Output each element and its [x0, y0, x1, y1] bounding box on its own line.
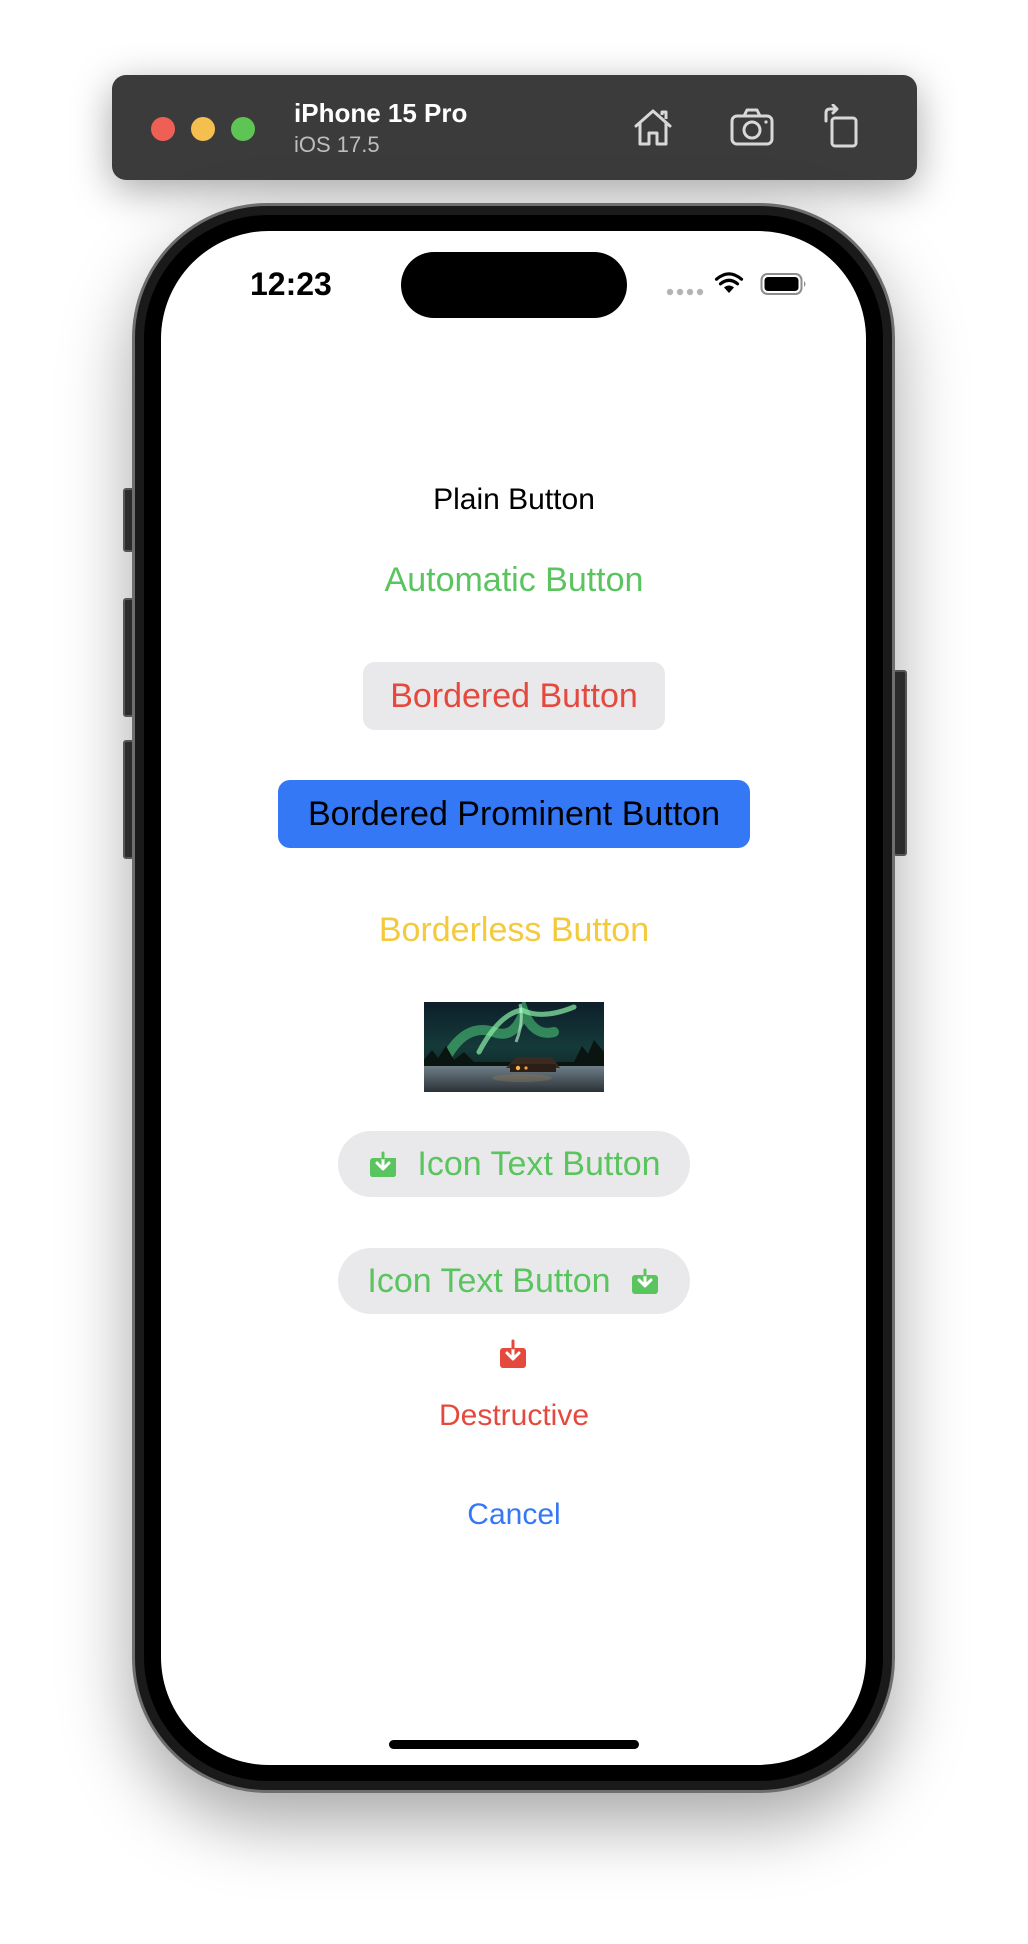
- signal-icon: [666, 288, 704, 296]
- borderless-button[interactable]: Borderless Button: [0, 908, 1028, 952]
- rotate-icon[interactable]: [820, 104, 868, 150]
- automatic-button[interactable]: Automatic Button: [0, 558, 1028, 602]
- download-icon: [500, 1339, 526, 1368]
- minimize-window-button[interactable]: [191, 117, 215, 141]
- home-icon[interactable]: [629, 104, 677, 150]
- bordered-prominent-button[interactable]: Bordered Prominent Button: [278, 780, 750, 848]
- download-icon: [370, 1151, 397, 1177]
- plain-button[interactable]: Plain Button: [0, 478, 1028, 522]
- cancel-button-label: Cancel: [467, 1498, 561, 1531]
- plain-button-label: Plain Button: [433, 483, 595, 516]
- automatic-button-label: Automatic Button: [384, 560, 644, 599]
- destructive-button-label: Destructive: [438, 1399, 590, 1432]
- icon-text-button-label: Icon Text Button: [417, 1144, 661, 1183]
- dynamic-island: [401, 252, 627, 318]
- close-window-button[interactable]: [151, 117, 175, 141]
- zoom-window-button[interactable]: [231, 117, 255, 141]
- simulator-stage: iPhone 15 Pro iOS 17.5 12:23 Plain Butto…: [0, 0, 1028, 1944]
- aurora-photo: [424, 1002, 604, 1092]
- screenshot-icon[interactable]: [728, 104, 776, 150]
- side-button[interactable]: [893, 670, 907, 856]
- battery-icon: [760, 273, 806, 295]
- bordered-prominent-button-label: Bordered Prominent Button: [307, 794, 721, 833]
- bordered-button[interactable]: Bordered Button: [363, 662, 665, 730]
- os-version: iOS 17.5: [294, 132, 380, 157]
- image-button[interactable]: [424, 1002, 604, 1092]
- bordered-button-label: Bordered Button: [390, 676, 638, 715]
- download-icon: [631, 1268, 658, 1294]
- icon-text-button-leading[interactable]: Icon Text Button: [338, 1131, 690, 1197]
- borderless-button-label: Borderless Button: [378, 910, 650, 949]
- cancel-button[interactable]: Cancel: [0, 1493, 1028, 1537]
- wifi-icon: [714, 272, 744, 293]
- icon-text-button-trailing[interactable]: Icon Text Button: [338, 1248, 690, 1314]
- icon-text-button-label: Icon Text Button: [367, 1261, 611, 1300]
- destructive-button[interactable]: Destructive: [0, 1394, 1028, 1438]
- status-time: 12:23: [250, 266, 332, 302]
- device-name: iPhone 15 Pro: [294, 98, 468, 128]
- home-indicator[interactable]: [389, 1740, 639, 1749]
